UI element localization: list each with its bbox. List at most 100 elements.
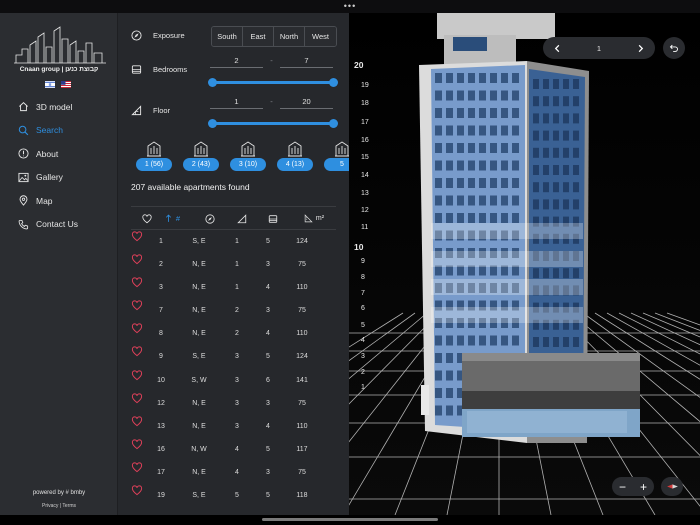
floor-label[interactable]: 17 — [361, 119, 369, 126]
floor-label[interactable]: 19 — [361, 82, 369, 89]
chevron-left-icon[interactable] — [553, 44, 562, 53]
floor-max-input[interactable]: 20 — [280, 97, 333, 109]
floor-label[interactable]: 18 — [361, 100, 369, 107]
floor-min-input[interactable]: 1 — [210, 97, 263, 109]
nav-item-search[interactable]: Search — [0, 119, 118, 143]
nav-item-about[interactable]: About — [0, 142, 118, 166]
table-row[interactable]: 8 N, E 2 4 110 — [131, 323, 336, 346]
table-row[interactable]: 16 N, W 4 5 117 — [131, 439, 336, 462]
exposure-column-header[interactable] — [204, 213, 216, 224]
table-row[interactable]: 10 S, W 3 6 141 — [131, 369, 336, 393]
floor-label[interactable]: 7 — [361, 290, 365, 297]
apartment-number: 19 — [157, 492, 165, 500]
floor-cell: 1 — [235, 238, 239, 245]
exposure-option-north[interactable]: North — [274, 27, 305, 46]
3d-viewer[interactable]: 20 19 18 17 16 15 14 13 12 11 10 9 8 7 6 5 4 3 2 1 — [349, 13, 700, 515]
favorite-heart-icon[interactable] — [131, 300, 143, 311]
bedrooms-min-input[interactable]: 2 — [210, 56, 263, 68]
floor-label[interactable]: 16 — [361, 137, 369, 144]
favorite-heart-icon[interactable] — [131, 369, 143, 381]
favorite-heart-icon[interactable] — [131, 254, 143, 265]
floor-label[interactable]: 6 — [361, 305, 365, 312]
table-row[interactable]: 7 N, E 2 3 75 — [131, 300, 336, 323]
table-row[interactable]: 13 N, E 3 4 110 — [131, 416, 336, 439]
floor-slider[interactable] — [208, 119, 338, 128]
nav-item-contact[interactable]: Contact Us — [0, 213, 118, 237]
exposure-option-east[interactable]: East — [243, 27, 274, 46]
favorite-heart-icon[interactable] — [131, 416, 143, 427]
bedrooms-slider-max-thumb[interactable] — [329, 78, 338, 87]
floor-label[interactable]: 20 — [354, 60, 363, 70]
table-row[interactable]: 1 S, E 1 5 124 — [131, 231, 336, 254]
zoom-out-button[interactable]: − — [619, 480, 626, 494]
floor-label[interactable]: 3 — [361, 353, 365, 360]
stairs-icon — [131, 105, 142, 116]
floor-cell: 4 — [235, 468, 239, 476]
floor-label[interactable]: 13 — [361, 190, 369, 197]
compass-button[interactable] — [661, 477, 683, 496]
room-type-2[interactable]: 2 (43) — [183, 140, 219, 174]
floor-column-header[interactable] — [236, 213, 248, 224]
bedrooms-slider-min-thumb[interactable] — [208, 78, 217, 87]
room-type-pill: 4 (13) — [277, 158, 313, 171]
favorite-heart-icon[interactable] — [131, 485, 143, 496]
exposure-option-south[interactable]: South — [212, 27, 243, 46]
nav-item-3d-model[interactable]: 3D model — [0, 95, 118, 119]
favorite-heart-icon[interactable] — [131, 439, 143, 450]
favorites-column-header[interactable] — [141, 213, 153, 224]
room-type-1[interactable]: 1 (56) — [136, 140, 172, 174]
nav-item-gallery[interactable]: Gallery — [0, 166, 118, 190]
nav-item-map[interactable]: Map — [0, 189, 118, 213]
floor-label[interactable]: 10 — [354, 242, 363, 252]
table-row[interactable]: 9 S, E 3 5 124 — [131, 346, 336, 369]
floor-slider-max-thumb[interactable] — [329, 119, 338, 128]
floor-label[interactable]: 2 — [361, 369, 365, 376]
area-cell: 110 — [296, 284, 308, 292]
bedrooms-slider[interactable] — [208, 78, 338, 87]
bedrooms-max-input[interactable]: 7 — [280, 56, 333, 68]
floor-label[interactable]: 14 — [361, 172, 369, 179]
favorite-heart-icon[interactable] — [131, 462, 143, 473]
nav-label: 3D model — [36, 101, 73, 112]
building-3d-model[interactable] — [349, 13, 700, 515]
room-type-5[interactable]: 5 — [324, 140, 349, 174]
floor-label[interactable]: 12 — [361, 207, 369, 214]
floor-label[interactable]: 1 — [361, 384, 365, 391]
results-count: 207 available apartments found — [131, 182, 250, 192]
floor-slider-min-thumb[interactable] — [208, 119, 217, 128]
table-row[interactable]: 3 N, E 1 4 110 — [131, 277, 336, 300]
favorite-heart-icon[interactable] — [131, 323, 143, 334]
more-dots-icon[interactable]: ••• — [344, 2, 356, 11]
chevron-right-icon[interactable] — [636, 44, 645, 53]
privacy-terms-links[interactable]: Privacy | Terms — [0, 503, 118, 509]
number-column-header[interactable]: # — [161, 213, 183, 224]
exposure-option-west[interactable]: West — [305, 27, 336, 46]
exposure-cell: N, E — [192, 284, 206, 292]
usa-flag-icon[interactable] — [61, 81, 71, 88]
area-column-header[interactable]: m² — [301, 213, 327, 224]
area-header-label: m² — [315, 215, 325, 222]
floor-label[interactable]: 5 — [361, 322, 365, 329]
favorite-heart-icon[interactable] — [131, 393, 143, 404]
table-row[interactable]: 2 N, E 1 3 75 — [131, 254, 336, 277]
floor-label[interactable]: 8 — [361, 274, 365, 281]
home-indicator[interactable] — [262, 518, 438, 521]
table-row[interactable]: 12 N, E 3 3 75 — [131, 393, 336, 416]
table-row[interactable]: 19 S, E 5 5 118 — [131, 485, 336, 508]
exposure-label: Exposure — [153, 31, 185, 40]
floor-label[interactable]: 4 — [361, 337, 365, 344]
reset-view-button[interactable] — [663, 37, 685, 59]
bedrooms-column-header[interactable] — [267, 213, 279, 224]
israel-flag-icon[interactable] — [45, 81, 55, 88]
floor-label[interactable]: 11 — [361, 224, 368, 231]
favorite-heart-icon[interactable] — [131, 231, 143, 242]
floor-label[interactable]: 9 — [361, 258, 365, 265]
room-type-4[interactable]: 4 (13) — [277, 140, 313, 174]
zoom-in-button[interactable]: + — [640, 480, 647, 494]
favorite-heart-icon[interactable] — [131, 346, 143, 357]
favorite-heart-icon[interactable] — [131, 277, 143, 288]
table-row[interactable]: 17 N, E 4 3 75 — [131, 462, 336, 485]
room-type-3[interactable]: 3 (10) — [230, 140, 266, 174]
floor-label[interactable]: 15 — [361, 154, 369, 161]
nav-label: About — [36, 148, 59, 159]
